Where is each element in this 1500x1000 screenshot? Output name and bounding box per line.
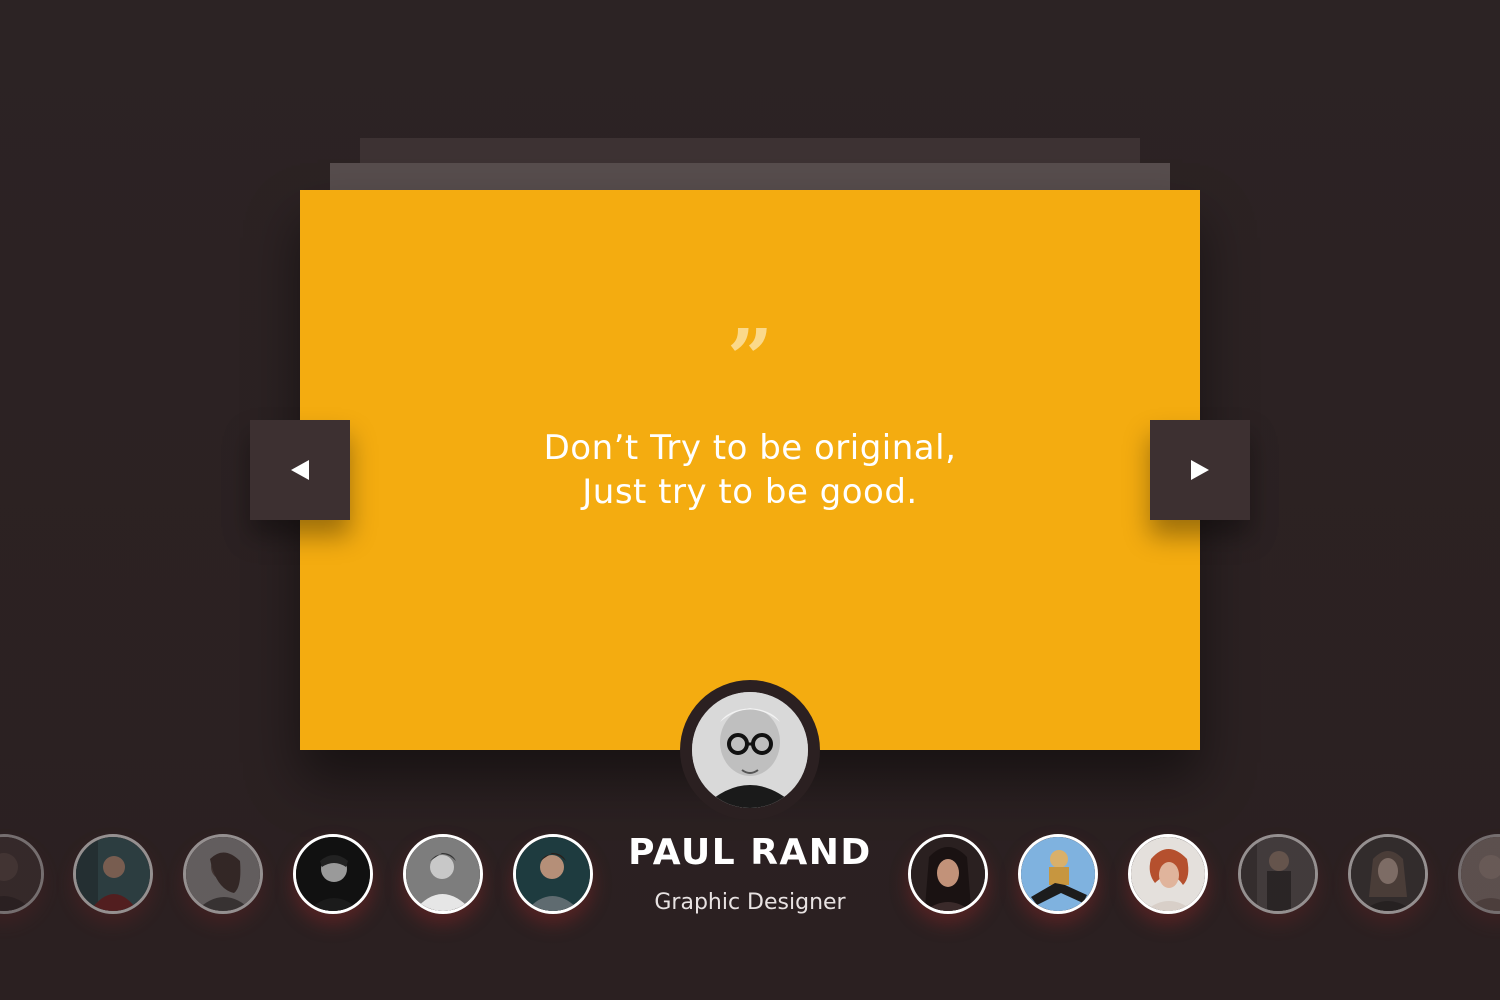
- next-button[interactable]: [1150, 420, 1250, 520]
- thumbnail-avatar[interactable]: [1018, 834, 1098, 914]
- thumbnail-avatar[interactable]: [403, 834, 483, 914]
- previous-button[interactable]: [250, 420, 350, 520]
- thumbnail-avatar[interactable]: [1238, 834, 1318, 914]
- thumbnail-avatar[interactable]: [293, 834, 373, 914]
- thumbnail-avatar[interactable]: [908, 834, 988, 914]
- person-name: PAUL RAND: [628, 832, 872, 873]
- triangle-right-icon: [1191, 460, 1209, 480]
- thumbnail-avatar[interactable]: [73, 834, 153, 914]
- active-avatar: [680, 680, 820, 820]
- triangle-left-icon: [291, 460, 309, 480]
- quote-line: Don’t Try to be original,: [543, 428, 957, 468]
- person-role: Graphic Designer: [654, 890, 846, 915]
- thumbnail-avatar[interactable]: [513, 834, 593, 914]
- avatar-photo: [692, 692, 808, 808]
- thumbnail-avatar[interactable]: [0, 834, 44, 914]
- quote-line: Just try to be good.: [582, 472, 918, 512]
- quote-mark-icon: ”: [726, 311, 773, 405]
- thumbnail-avatar[interactable]: [1348, 834, 1428, 914]
- thumbnail-avatar[interactable]: [1458, 834, 1500, 914]
- testimonial-slider: ” Don’t Try to be original, Just try to …: [0, 0, 1500, 1000]
- testimonial-quote: Don’t Try to be original, Just try to be…: [300, 426, 1200, 514]
- thumbnail-avatar[interactable]: [1128, 834, 1208, 914]
- thumbnail-avatar[interactable]: [183, 834, 263, 914]
